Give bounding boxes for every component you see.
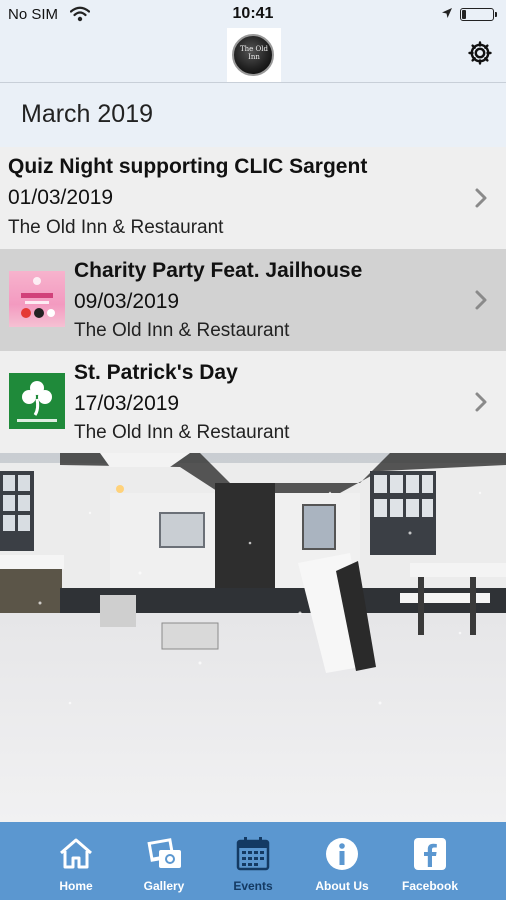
inn-snow-photo — [0, 453, 506, 822]
tab-label: About Us — [315, 879, 369, 893]
event-date: 17/03/2019 — [74, 392, 180, 415]
tab-about-us[interactable]: About Us — [292, 822, 392, 900]
tab-events[interactable]: Events — [203, 822, 303, 900]
venue-logo: The Old Inn — [227, 28, 281, 82]
chevron-right-icon — [475, 392, 487, 412]
event-title: Charity Party Feat. Jailhouse — [74, 259, 363, 282]
tab-gallery[interactable]: Gallery — [114, 822, 214, 900]
event-date: 09/03/2019 — [74, 290, 180, 313]
tab-label: Facebook — [401, 879, 458, 893]
app-header: The Old Inn — [0, 28, 506, 83]
month-label: March 2019 — [21, 100, 154, 128]
event-venue: The Old Inn & Restaurant — [74, 320, 290, 341]
location-arrow-icon — [442, 8, 452, 18]
event-venue: The Old Inn & Restaurant — [74, 422, 290, 443]
battery-icon — [460, 8, 497, 21]
facebook-icon — [414, 838, 446, 870]
chevron-right-icon — [475, 188, 487, 208]
chevron-right-icon — [475, 290, 487, 310]
event-row[interactable]: Quiz Night supporting CLIC Sargent 01/03… — [0, 147, 506, 249]
logo-text: The Old Inn — [239, 45, 268, 61]
tab-home[interactable]: Home — [26, 822, 126, 900]
event-title: Quiz Night supporting CLIC Sargent — [8, 155, 368, 178]
info-icon — [326, 838, 358, 870]
month-section-header: March 2019 — [0, 83, 506, 147]
home-icon — [60, 838, 92, 869]
gallery-icon — [147, 838, 181, 868]
tab-label: Events — [233, 879, 273, 893]
event-date: 01/03/2019 — [8, 186, 114, 209]
tab-facebook[interactable]: Facebook — [380, 822, 480, 900]
status-bar: No SIM 10:41 — [0, 0, 506, 28]
tab-label: Gallery — [143, 879, 185, 893]
gear-icon[interactable] — [466, 39, 494, 67]
event-title: St. Patrick's Day — [74, 361, 238, 384]
calendar-icon — [236, 837, 270, 871]
shamrock-thumbnail — [9, 373, 65, 429]
clock: 10:41 — [232, 5, 274, 22]
event-row[interactable]: Charity Party Feat. Jailhouse 09/03/2019… — [0, 249, 506, 351]
bottom-tab-bar: Home Gallery Events About Us Facebook — [0, 822, 506, 900]
party-poster-thumbnail — [9, 271, 65, 327]
event-venue: The Old Inn & Restaurant — [8, 217, 224, 238]
tab-label: Home — [59, 879, 93, 893]
event-row[interactable]: St. Patrick's Day 17/03/2019 The Old Inn… — [0, 351, 506, 453]
